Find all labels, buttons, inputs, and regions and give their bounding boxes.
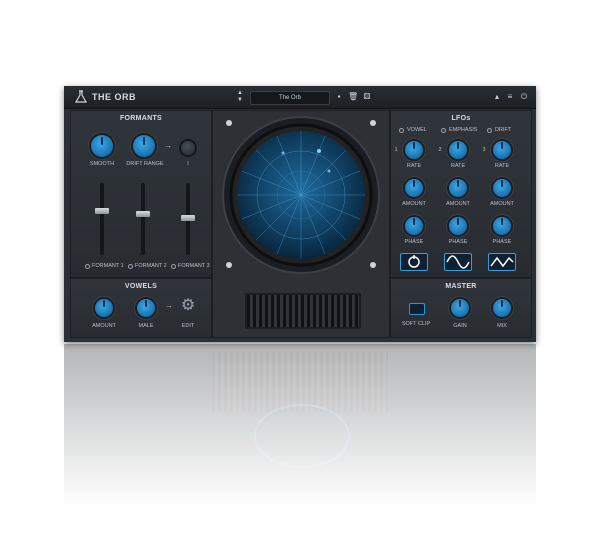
gain-label: GAIN	[453, 323, 467, 329]
orb-panel	[212, 110, 390, 338]
lfo-3-rate-knob[interactable]	[493, 141, 511, 159]
soft-clip-toggle[interactable]	[409, 303, 425, 315]
lfos-title: LFOs	[451, 115, 471, 122]
formant-3-handle[interactable]	[181, 215, 195, 221]
lfo-3-target-label: DRIFT	[495, 127, 512, 133]
lfo-1-phase-label: PHASE	[404, 239, 424, 245]
formant-1-handle[interactable]	[95, 208, 109, 214]
arrow-right-icon: →	[164, 141, 172, 150]
power-icon[interactable]: ⏻	[519, 91, 529, 102]
smooth-knob[interactable]	[91, 135, 113, 157]
lfo-3-phase-knob[interactable]	[493, 217, 511, 235]
formant-2-radio[interactable]	[128, 264, 133, 269]
lfo-2-number: 2	[438, 147, 442, 153]
vowel-male-knob[interactable]	[137, 299, 155, 317]
formant-1-slider[interactable]	[100, 183, 104, 255]
lfo-3-phase-label: PHASE	[492, 239, 512, 245]
lfo-1-number: 1	[394, 147, 398, 153]
lfo-2-shape-button[interactable]	[444, 253, 472, 271]
gain-knob[interactable]	[451, 299, 469, 317]
drift-side-knob[interactable]	[181, 141, 195, 155]
lfos-panel: LFOs VOWEL EMPHASIS DRIFT 1 RATE 2 RATE …	[390, 110, 532, 278]
save-icon[interactable]: ▪	[334, 91, 344, 102]
lfo-2-phase-label: PHASE	[448, 239, 468, 245]
lfo-1-target-radio[interactable]	[399, 128, 404, 133]
lfo-3-amount-label: AMOUNT	[490, 201, 514, 207]
lfo-1-amount-knob[interactable]	[405, 179, 423, 197]
master-panel: MASTER SOFT CLIP GAIN MIX	[390, 278, 532, 338]
formant-2-slider[interactable]	[141, 183, 145, 255]
formant-3-label: FORMANT 3	[178, 263, 210, 269]
lfo-1-shape-button[interactable]	[400, 253, 428, 271]
lfo-2-rate-label: RATE	[450, 163, 466, 169]
mix-label: MIX	[497, 323, 507, 329]
lfo-3-number: 3	[482, 147, 486, 153]
vowel-male-label: MALE	[138, 323, 154, 329]
formant-2-handle[interactable]	[136, 211, 150, 217]
level-meter-grille	[245, 293, 361, 329]
lfo-2-target-radio[interactable]	[441, 128, 446, 133]
lfo-1-target-label: VOWEL	[407, 127, 427, 133]
vowel-amount-knob[interactable]	[95, 299, 113, 317]
trash-icon[interactable]: 🗑	[348, 91, 358, 102]
preset-name-field[interactable]: The Orb	[250, 91, 330, 105]
vowels-panel: VOWELS AMOUNT MALE → ⚙ EDIT	[70, 278, 212, 338]
vowel-amount-label: AMOUNT	[92, 323, 116, 329]
formant-3-radio[interactable]	[171, 264, 176, 269]
lfo-1-rate-label: RATE	[406, 163, 422, 169]
lfo-3-rate-label: RATE	[494, 163, 510, 169]
preset-arrows-icon[interactable]: ▲ ▼	[236, 90, 244, 104]
master-title: MASTER	[445, 283, 477, 290]
formants-panel: FORMANTS SMOOTH DRIFT RANGE → I FORMANT …	[70, 110, 212, 278]
smooth-label: SMOOTH	[89, 161, 115, 167]
gear-icon[interactable]: ⚙	[179, 295, 197, 315]
lfo-1-amount-label: AMOUNT	[402, 201, 426, 207]
formant-2-label: FORMANT 2	[135, 263, 167, 269]
arrow-right-icon: →	[165, 301, 173, 310]
formant-1-radio[interactable]	[85, 264, 90, 269]
lfo-3-shape-button[interactable]	[488, 253, 516, 271]
drift-side-label: I	[187, 161, 189, 167]
edit-label: EDIT	[181, 323, 195, 329]
menu-icon[interactable]: ≡	[505, 91, 515, 102]
drift-range-knob[interactable]	[133, 135, 155, 157]
mix-knob[interactable]	[493, 299, 511, 317]
top-bar: THE ORB ▲ ▼ The Orb ▪ 🗑 ⚄ ▴ ≡ ⏻	[64, 86, 536, 109]
lfo-2-rate-knob[interactable]	[449, 141, 467, 159]
plugin-title: THE ORB	[92, 92, 136, 102]
vowels-title: VOWELS	[124, 283, 158, 290]
orb-display[interactable]	[219, 115, 383, 279]
bell-icon[interactable]: ▴	[492, 91, 502, 102]
lfo-2-amount-label: AMOUNT	[446, 201, 470, 207]
lfo-3-target-radio[interactable]	[487, 128, 492, 133]
formants-title: FORMANTS	[119, 115, 163, 122]
lfo-2-phase-knob[interactable]	[449, 217, 467, 235]
cycle-icon	[408, 255, 420, 268]
sine-wave-icon	[446, 255, 470, 269]
dice-icon[interactable]: ⚄	[362, 91, 372, 102]
drift-range-label: DRIFT RANGE	[126, 161, 164, 167]
lfo-2-amount-knob[interactable]	[449, 179, 467, 197]
orb-plugin-window: THE ORB ▲ ▼ The Orb ▪ 🗑 ⚄ ▴ ≡ ⏻ FORMANTS …	[64, 86, 536, 342]
formant-1-label: FORMANT 1	[92, 263, 124, 269]
lfo-2-target-label: EMPHASIS	[449, 127, 478, 133]
lfo-1-phase-knob[interactable]	[405, 217, 423, 235]
soft-clip-label: SOFT CLIP	[401, 321, 431, 327]
flask-logo-icon	[74, 90, 88, 103]
lfo-3-amount-knob[interactable]	[493, 179, 511, 197]
triangle-wave-icon	[490, 256, 514, 268]
lfo-1-rate-knob[interactable]	[405, 141, 423, 159]
floor-reflection	[64, 344, 536, 544]
